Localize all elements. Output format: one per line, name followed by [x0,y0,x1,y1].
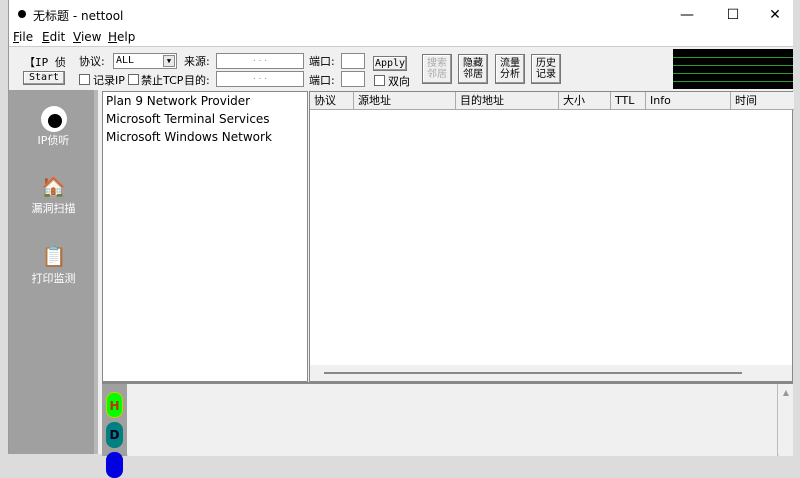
title-bar: 无标题 - nettool — ☐ ✕ [9,0,793,29]
house-clock-icon: 🏠 [41,175,66,199]
bidirectional-checkbox[interactable] [374,75,385,86]
traffic-analysis-button[interactable]: 流量分析 [495,54,525,84]
sidebar-item-ip-sniff[interactable]: IP侦听 [9,106,98,148]
source-label: 来源: [184,55,210,68]
source-ip-input[interactable]: . . . [216,53,304,69]
scrollbar-thumb[interactable] [324,372,742,374]
block-tcp-label: 禁止TCP [141,74,184,87]
column-header[interactable]: TTL [611,92,646,110]
source-port-input[interactable] [341,53,365,69]
maximize-button[interactable]: ☐ [715,4,751,26]
dest-label: 目的: [184,74,210,87]
d-filter-button[interactable]: D [106,422,123,448]
filter-strip: H D [102,384,127,478]
dest-port-label: 端口: [309,74,335,87]
sidebar: IP侦听 🏠 漏洞扫描 📋 打印监测 [9,90,98,454]
menu-bar: File Edit View Help [9,29,793,46]
filter-button[interactable] [106,452,123,478]
apply-button[interactable]: Apply [373,56,407,71]
menu-edit[interactable]: Edit [42,30,65,44]
app-window: 无标题 - nettool — ☐ ✕ File Edit View Help … [8,0,794,478]
chevron-down-icon[interactable]: ▼ [163,55,175,67]
minimize-button[interactable]: — [669,4,705,26]
menu-help[interactable]: Help [108,30,135,44]
protocol-value: ALL [116,55,135,66]
scroll-up-icon[interactable]: ▲ [779,388,793,397]
ip-sniff-label: 【IP 侦 [24,56,66,69]
log-ip-checkbox[interactable] [79,74,90,85]
toolbar: 【IP 侦 Start 协议: ALL ▼ 记录IP 禁止TCP 来源: . . … [9,46,793,90]
list-item[interactable]: Microsoft Terminal Services [103,110,307,128]
column-header[interactable]: 时间 [731,92,794,110]
bidirectional-label: 双向 [388,75,410,88]
block-tcp-checkbox[interactable] [128,74,139,85]
hide-neighbors-button[interactable]: 隐藏邻居 [458,54,488,84]
column-header[interactable]: 源地址 [354,92,456,110]
column-header[interactable]: 协议 [310,92,354,110]
table-header: 协议 源地址 目的地址 大小 TTL Info 时间 [310,92,794,110]
menu-view[interactable]: View [73,30,101,44]
dest-ip-input[interactable]: . . . [216,71,304,87]
close-button[interactable]: ✕ [757,4,793,26]
start-button[interactable]: Start [23,71,65,85]
column-header[interactable]: 大小 [559,92,611,110]
sidebar-item-label: IP侦听 [37,134,70,147]
app-icon [18,10,26,18]
log-panel: H D ▲ [102,382,793,478]
sidebar-item-print-monitor[interactable]: 📋 打印监测 [9,242,98,286]
eye-icon [40,106,67,132]
list-item[interactable]: Microsoft Windows Network [103,128,307,146]
search-neighbors-button[interactable]: 搜索邻居 [422,54,452,84]
sidebar-item-vuln-scan[interactable]: 🏠 漏洞扫描 [9,174,98,216]
clipboard-icon: 📋 [41,244,67,268]
packet-table: 协议 源地址 目的地址 大小 TTL Info 时间 [309,91,794,382]
source-port-label: 端口: [309,55,335,68]
column-header[interactable]: Info [646,92,731,110]
window-title: 无标题 - nettool [33,9,124,23]
protocol-select[interactable]: ALL ▼ [113,53,177,69]
log-text-area[interactable] [128,384,778,456]
list-item[interactable]: Plan 9 Network Provider [103,92,307,110]
sidebar-item-label: 漏洞扫描 [31,202,76,215]
dest-port-input[interactable] [341,71,365,87]
log-ip-label: 记录IP [93,74,125,87]
traffic-monitor [673,49,793,89]
sidebar-item-label: 打印监测 [31,272,76,285]
h-filter-button[interactable]: H [106,392,123,418]
vertical-scrollbar[interactable]: ▲ [779,384,793,456]
history-button[interactable]: 历史记录 [531,54,561,84]
protocol-label: 协议: [79,55,105,68]
network-provider-list[interactable]: Plan 9 Network Provider Microsoft Termin… [102,91,308,382]
horizontal-scrollbar[interactable] [310,365,792,381]
menu-file[interactable]: File [13,30,33,44]
column-header[interactable]: 目的地址 [456,92,559,110]
